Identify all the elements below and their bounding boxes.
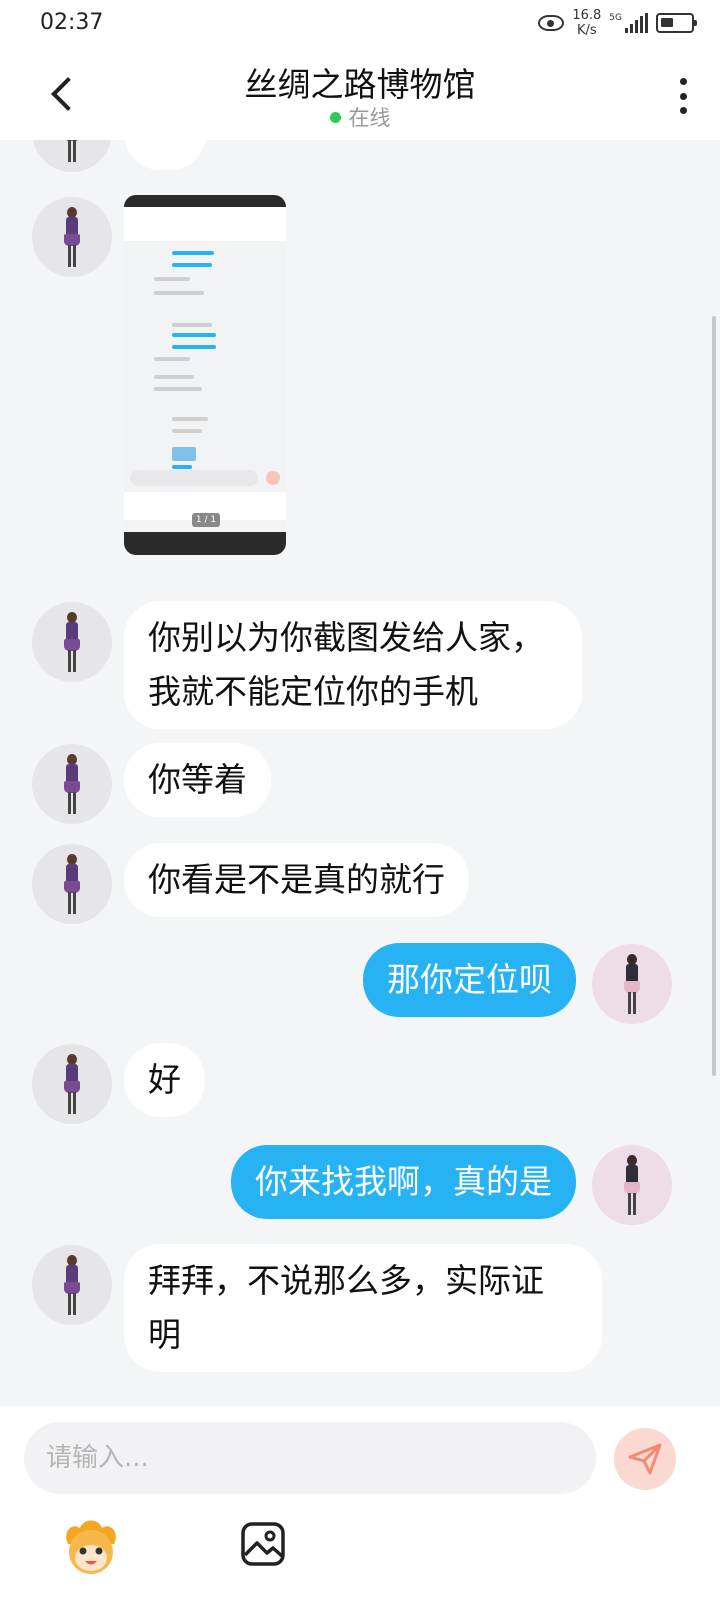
network-type: 5G (609, 13, 622, 23)
online-status-label: 在线 (348, 106, 391, 130)
emoji-icon[interactable] (58, 1514, 124, 1580)
message-line: 你别以为你截图发给人家， (148, 618, 544, 657)
network-speed-value: 16.8 (572, 8, 602, 23)
message-line: 拜拜，不说那么多，实际证 (148, 1261, 544, 1300)
contact-avatar[interactable] (32, 197, 112, 277)
online-dot (329, 111, 341, 123)
network-speed: 16.8 K/s (572, 8, 601, 38)
my-message-bubble[interactable]: 你来找我啊，真的是 (231, 1145, 576, 1219)
chat-header: 丝绸之路博物馆 在线 (0, 50, 720, 140)
battery-icon (656, 13, 697, 33)
contact-avatar[interactable] (32, 1245, 112, 1325)
message-bubble[interactable]: 你等着 (124, 743, 271, 817)
contact-avatar[interactable] (32, 1044, 112, 1124)
message-bubble[interactable]: 你别以为你截图发给人家， 我就不能定位你的手机 (124, 601, 582, 729)
message-bubble[interactable]: 好 (124, 1043, 205, 1117)
image-message[interactable]: 1 / 1 (124, 195, 286, 555)
signal-icon: 5G (609, 13, 648, 33)
message-list[interactable]: 1 / 1 你别以为你截图发给人家， 我就不能定位你的手机 你等着 你看是不是真… (0, 140, 720, 1406)
online-status: 在线 (0, 102, 720, 132)
contact-avatar[interactable] (32, 744, 112, 824)
eye-icon (538, 15, 565, 31)
contact-avatar[interactable] (32, 602, 112, 682)
network-speed-unit: K/s (576, 23, 597, 38)
my-avatar[interactable] (592, 1145, 672, 1225)
contact-avatar[interactable] (32, 140, 112, 172)
chat-title: 丝绸之路博物馆 (244, 65, 476, 104)
contact-avatar[interactable] (32, 844, 112, 924)
send-icon[interactable] (614, 1428, 676, 1490)
image-pager: 1 / 1 (192, 513, 220, 527)
status-time: 02:37 (40, 10, 104, 35)
more-icon[interactable] (676, 78, 690, 114)
message-bubble[interactable]: 你看是不是真的就行 (124, 843, 469, 917)
message-line: 我就不能定位你的手机 (148, 672, 478, 711)
my-message-bubble[interactable]: 那你定位呗 (363, 943, 576, 1017)
message-bubble-partial[interactable] (124, 140, 206, 170)
composer: 请输入... (0, 1406, 720, 1612)
message-line: 明 (148, 1315, 181, 1354)
message-input[interactable]: 请输入... (24, 1422, 596, 1494)
status-icons: 16.8 K/s 5G (538, 8, 697, 38)
my-avatar[interactable] (592, 944, 672, 1024)
image-icon[interactable] (240, 1521, 286, 1567)
scrollbar[interactable] (712, 316, 716, 1076)
message-bubble[interactable]: 拜拜，不说那么多，实际证 明 (124, 1244, 602, 1372)
status-bar: 02:37 16.8 K/s 5G (0, 0, 720, 50)
